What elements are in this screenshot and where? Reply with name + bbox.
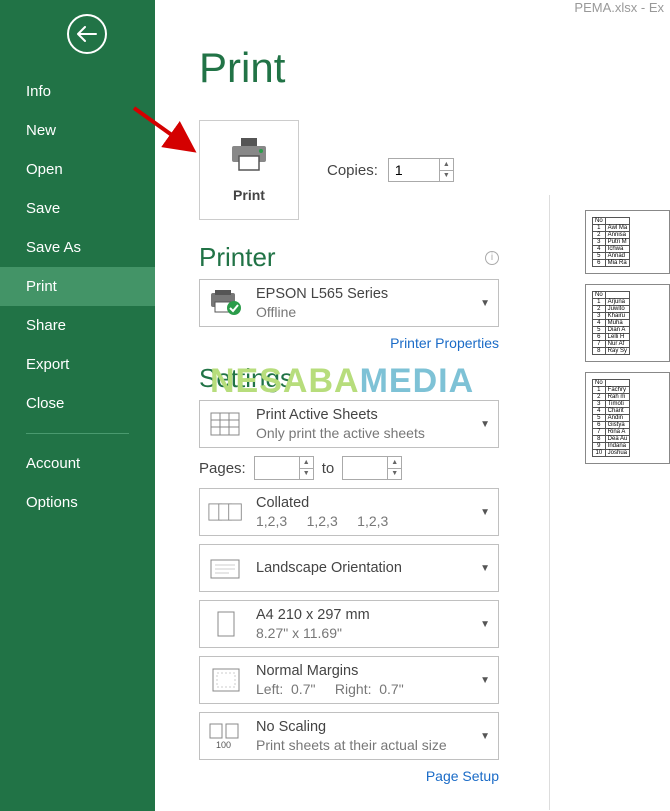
margins-icon — [208, 667, 244, 693]
sidebar-item-new[interactable]: New — [0, 111, 155, 150]
page-setup-link[interactable]: Page Setup — [199, 768, 499, 784]
down-icon[interactable]: ▼ — [388, 469, 401, 480]
copies-label: Copies: — [327, 162, 378, 179]
printer-dropdown[interactable]: EPSON L565 Series Offline ▼ — [199, 279, 499, 327]
svg-text:100: 100 — [216, 740, 231, 750]
sidebar-item-export[interactable]: Export — [0, 345, 155, 384]
paper-icon — [208, 610, 244, 638]
chevron-down-icon: ▼ — [480, 298, 490, 309]
sidebar-item-options[interactable]: Options — [0, 483, 155, 522]
collate-dropdown[interactable]: Collated 1,2,3 1,2,3 1,2,3 ▼ — [199, 488, 499, 536]
window-title: PEMA.xlsx - Ex — [155, 0, 670, 22]
collate-line2: 1,2,3 1,2,3 1,2,3 — [256, 513, 468, 529]
margins-line2: Left: 0.7" Right: 0.7" — [256, 681, 468, 697]
scaling-dropdown[interactable]: 100 No Scaling Print sheets at their act… — [199, 712, 499, 760]
preview-sheet: No1Awl Ma2Annisa3Putri M4Ichwa5Annad6Mia… — [585, 210, 670, 274]
chevron-down-icon: ▼ — [480, 675, 490, 686]
orientation-line1: Landscape Orientation — [256, 560, 468, 576]
printer-name: EPSON L565 Series — [256, 286, 468, 302]
page-title: Print — [199, 44, 670, 92]
pages-from-input[interactable] — [255, 457, 299, 479]
chevron-down-icon: ▼ — [480, 731, 490, 742]
chevron-down-icon: ▼ — [480, 563, 490, 574]
back-arrow-icon — [67, 14, 107, 54]
print-sheets-dropdown[interactable]: Print Active Sheets Only print the activ… — [199, 400, 499, 448]
pages-to-input[interactable] — [343, 457, 387, 479]
sidebar-footer-menu: Account Options — [0, 444, 155, 522]
sidebar-item-open[interactable]: Open — [0, 150, 155, 189]
sidebar-item-print[interactable]: Print — [0, 267, 155, 306]
scaling-icon: 100 — [208, 722, 244, 750]
up-icon[interactable]: ▲ — [300, 457, 313, 469]
sidebar-item-close[interactable]: Close — [0, 384, 155, 423]
copies-up-icon[interactable]: ▲ — [440, 159, 453, 171]
preview-sheet: No1Arjuna2Juwito3Khairu4Muha5Dian A6Lell… — [585, 284, 670, 362]
paper-line1: A4 210 x 297 mm — [256, 607, 468, 623]
margins-dropdown[interactable]: Normal Margins Left: 0.7" Right: 0.7" ▼ — [199, 656, 499, 704]
margins-line1: Normal Margins — [256, 663, 468, 679]
pages-label: Pages: — [199, 460, 246, 477]
chevron-down-icon: ▼ — [480, 507, 490, 518]
printer-status-icon — [208, 290, 244, 316]
back-button[interactable] — [18, 14, 155, 54]
print-sheets-line2: Only print the active sheets — [256, 425, 468, 441]
printer-status: Offline — [256, 304, 468, 320]
print-button-label: Print — [233, 187, 265, 203]
sidebar-item-save[interactable]: Save — [0, 189, 155, 228]
orientation-icon — [208, 556, 244, 580]
print-button[interactable]: Print — [199, 120, 299, 220]
preview-table: No1Awl Ma2Annisa3Putri M4Ichwa5Annad6Mia… — [592, 217, 630, 267]
copies-down-icon[interactable]: ▼ — [440, 171, 453, 182]
orientation-dropdown[interactable]: Landscape Orientation ▼ — [199, 544, 499, 592]
pages-to-label: to — [322, 460, 335, 477]
pages-to-spinner[interactable]: ▲▼ — [342, 456, 402, 480]
backstage-sidebar: Info New Open Save Save As Print Share E… — [0, 0, 155, 811]
print-preview: No1Awl Ma2Annisa3Putri M4Ichwa5Annad6Mia… — [565, 210, 670, 464]
sidebar-item-info[interactable]: Info — [0, 72, 155, 111]
collate-icon — [208, 500, 244, 524]
scaling-line2: Print sheets at their actual size — [256, 737, 468, 753]
preview-sheet: No1Fachry2Rah m3Timoti4Charit5Andin6Gist… — [585, 372, 670, 464]
print-sheets-line1: Print Active Sheets — [256, 407, 468, 423]
sidebar-divider — [26, 433, 129, 434]
collate-line1: Collated — [256, 495, 468, 511]
preview-separator — [549, 195, 550, 810]
copies-input[interactable] — [389, 159, 439, 181]
preview-table: No1Arjuna2Juwito3Khairu4Muha5Dian A6Lell… — [592, 291, 630, 355]
preview-table: No1Fachry2Rah m3Timoti4Charit5Andin6Gist… — [592, 379, 630, 457]
pages-from-spinner[interactable]: ▲▼ — [254, 456, 314, 480]
sidebar-item-share[interactable]: Share — [0, 306, 155, 345]
up-icon[interactable]: ▲ — [388, 457, 401, 469]
paper-dropdown[interactable]: A4 210 x 297 mm 8.27" x 11.69" ▼ — [199, 600, 499, 648]
chevron-down-icon: ▼ — [480, 419, 490, 430]
down-icon[interactable]: ▼ — [300, 469, 313, 480]
sidebar-menu: Info New Open Save Save As Print Share E… — [0, 72, 155, 423]
copies-spinner[interactable]: ▲▼ — [388, 158, 454, 182]
sidebar-item-account[interactable]: Account — [0, 444, 155, 483]
printer-icon — [229, 138, 269, 177]
chevron-down-icon: ▼ — [480, 619, 490, 630]
printer-properties-link[interactable]: Printer Properties — [199, 335, 499, 351]
sheets-icon — [208, 411, 244, 437]
paper-line2: 8.27" x 11.69" — [256, 625, 468, 641]
info-icon[interactable]: i — [485, 251, 499, 265]
printer-section-title: Printer — [199, 242, 276, 273]
sidebar-item-save-as[interactable]: Save As — [0, 228, 155, 267]
scaling-line1: No Scaling — [256, 719, 468, 735]
